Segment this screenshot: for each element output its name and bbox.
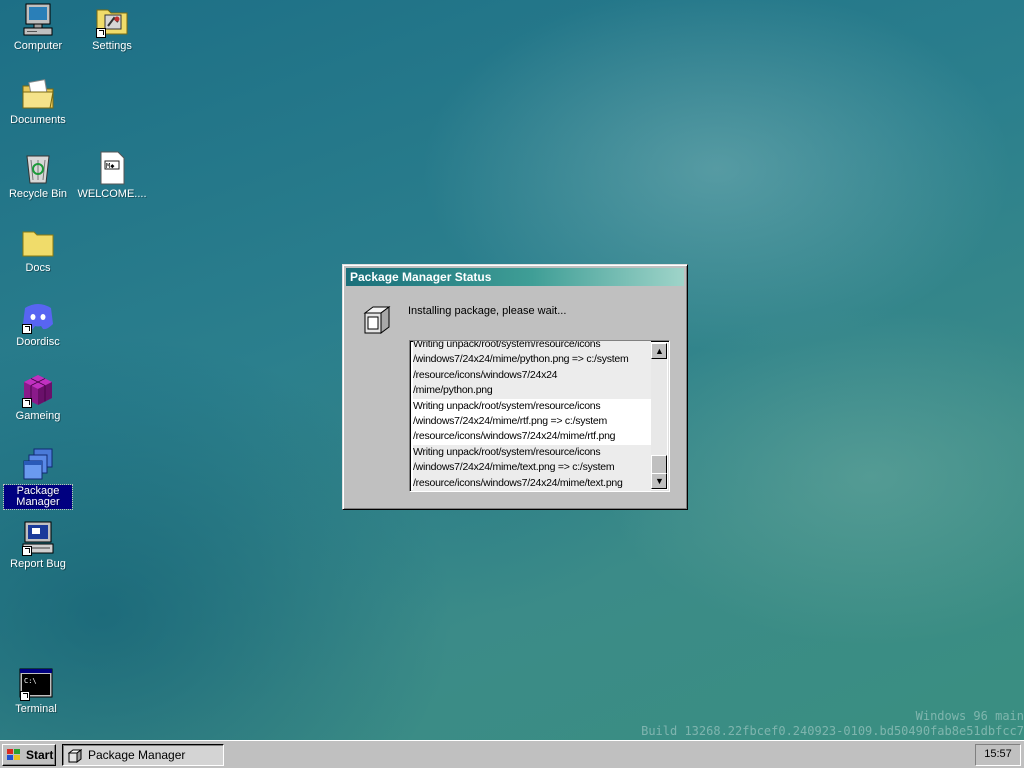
report-bug-icon	[20, 520, 56, 556]
shortcut-arrow-icon	[22, 324, 32, 334]
desktop-icon-settings[interactable]: Settings	[76, 2, 148, 52]
desktop-icon-package-manager[interactable]: Package Manager	[2, 446, 74, 510]
build-watermark-line1: Windows 96 main	[915, 709, 1024, 723]
desktop-icon-label: Terminal	[15, 703, 57, 715]
terminal-icon: C:\	[18, 665, 54, 701]
taskbar-button-package-manager[interactable]: Package Manager	[62, 744, 224, 766]
recycle-bin-icon	[20, 150, 56, 186]
log-line: /windows7/24x24/mime/python.png => c:/sy…	[413, 352, 651, 368]
desktop-icon-docs[interactable]: Docs	[2, 224, 74, 274]
desktop-icon-label: WELCOME....	[77, 188, 147, 200]
documents-folder-icon	[20, 76, 56, 112]
dialog-message: Installing package, please wait...	[408, 305, 567, 317]
svg-text:M◆: M◆	[106, 162, 115, 170]
computer-icon	[20, 2, 56, 38]
package-manager-status-dialog: Package Manager Status Installing packag…	[342, 264, 688, 510]
desktop-icon-label: Docs	[25, 262, 51, 274]
folder-icon	[20, 224, 56, 260]
shortcut-arrow-icon	[20, 691, 30, 701]
start-label: Start	[26, 748, 54, 762]
scroll-up-button[interactable]: ▲	[651, 343, 667, 359]
log-line: /resource/icons/windows7/24x24	[413, 367, 651, 384]
package-box-icon	[361, 303, 395, 337]
shortcut-arrow-icon	[22, 398, 32, 408]
desktop-icon-label: Recycle Bin	[8, 188, 68, 200]
desktop-icon-label: Gameing	[15, 410, 61, 422]
taskbar: Start Package Manager 15:57	[0, 740, 1024, 768]
scroll-down-button[interactable]: ▼	[651, 473, 667, 489]
chevron-up-icon: ▲	[655, 346, 664, 356]
shortcut-arrow-icon	[96, 28, 106, 38]
log-scrollbar[interactable]: ▲ ▼	[651, 343, 667, 489]
desktop-icon-welcome[interactable]: M◆ WELCOME....	[76, 150, 148, 200]
log-line: Writing unpack/root/system/resource/icon…	[413, 341, 651, 353]
desktop-icon-label: Settings	[92, 40, 132, 52]
log-line: /windows7/24x24/mime/text.png => c:/syst…	[413, 460, 651, 476]
log-line: /mime/python.png	[413, 383, 651, 399]
log-line: /resource/icons/windows7/24x24/mime/rtf.…	[413, 430, 616, 443]
desktop-icon-doordisc[interactable]: Doordisc	[2, 298, 74, 348]
dialog-titlebar[interactable]: Package Manager Status	[346, 268, 684, 286]
system-tray: 15:57	[975, 744, 1021, 766]
game-cube-icon	[20, 372, 56, 408]
discord-icon	[20, 298, 56, 334]
chevron-down-icon: ▼	[655, 476, 664, 486]
log-line: /windows7/24x24/mime/rtf.png => c:/syste…	[413, 415, 608, 428]
desktop-icon-label: Doordisc	[16, 336, 60, 348]
desktop-icon-label: Report Bug	[10, 558, 66, 570]
desktop-icon-label: Computer	[13, 40, 63, 52]
windows-flag-icon	[7, 749, 21, 761]
log-line: Writing unpack/root/system/resource/icon…	[413, 399, 601, 412]
desktop-icon-label: Package Manager	[3, 484, 73, 510]
build-watermark-line2: Build 13268.22fbcef0.240923-0109.bd50490…	[641, 724, 1024, 738]
desktop: Computer Settings Documents Recycle Bin …	[0, 0, 1024, 740]
install-log[interactable]: Writing unpack/root/system/resource/icon…	[409, 340, 670, 492]
package-manager-icon	[20, 446, 56, 482]
desktop-icon-report-bug[interactable]: Report Bug	[2, 520, 74, 570]
settings-folder-icon	[94, 2, 130, 38]
clock[interactable]: 15:57	[976, 748, 1020, 760]
package-box-icon	[67, 749, 83, 763]
log-line: Writing unpack/root/system/resource/icon…	[413, 444, 651, 461]
desktop-icon-gameing[interactable]: Gameing	[2, 372, 74, 422]
desktop-icon-recycle-bin[interactable]: Recycle Bin	[2, 150, 74, 200]
start-button[interactable]: Start	[2, 744, 56, 766]
document-file-icon: M◆	[94, 150, 130, 186]
svg-text:C:\: C:\	[24, 677, 37, 685]
log-line: /resource/icons/windows7/24x24/mime/text…	[413, 475, 651, 491]
log-lines: Writing unpack/root/system/resource/icon…	[413, 341, 651, 491]
desktop-icon-terminal[interactable]: C:\ Terminal	[0, 665, 72, 715]
desktop-icon-documents[interactable]: Documents	[2, 76, 74, 126]
taskbar-button-label: Package Manager	[88, 748, 186, 762]
scroll-thumb[interactable]	[651, 455, 667, 475]
desktop-icon-computer[interactable]: Computer	[2, 2, 74, 52]
dialog-title: Package Manager Status	[350, 270, 492, 284]
desktop-icon-label: Documents	[10, 114, 66, 126]
shortcut-arrow-icon	[22, 546, 32, 556]
